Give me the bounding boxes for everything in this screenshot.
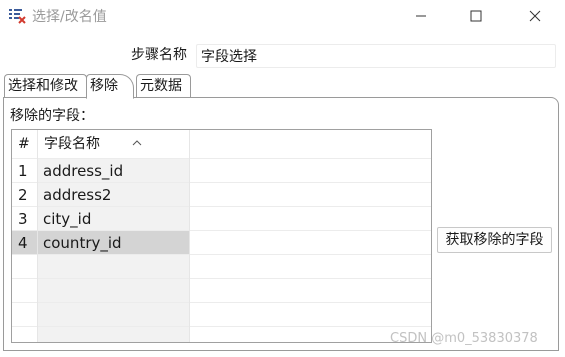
step-name-input[interactable] (196, 44, 556, 68)
table-row[interactable]: 2 address2 (12, 183, 431, 207)
row-number: 1 (18, 162, 28, 180)
tab-metadata[interactable]: 元数据 (136, 74, 191, 98)
field-name-cell[interactable]: address_id (37, 159, 189, 183)
tab-select-and-modify[interactable]: 选择和修改 (4, 74, 87, 98)
grid-line (37, 130, 38, 342)
maximize-button[interactable] (453, 0, 499, 32)
row-number: 4 (12, 231, 37, 255)
title-bar: 选择/改名值 (0, 0, 565, 34)
table-row[interactable]: 3 city_id (12, 207, 431, 231)
table-row[interactable]: 1 address_id (12, 159, 431, 183)
get-removed-fields-button[interactable]: 获取移除的字段 (437, 227, 552, 253)
app-icon (8, 8, 26, 24)
table-header: # 字段名称 (12, 130, 431, 159)
close-button[interactable] (512, 0, 558, 32)
grid-line (12, 206, 431, 207)
field-name-cell[interactable]: address2 (37, 183, 189, 207)
row-number: 3 (18, 210, 28, 228)
column-header-field-name[interactable]: 字段名称 (37, 130, 189, 159)
removed-fields-label: 移除的字段： (10, 108, 94, 124)
window-title: 选择/改名值 (32, 9, 107, 25)
field-name-cell[interactable]: city_id (37, 207, 189, 231)
grid-line (12, 302, 431, 303)
grid-line (12, 326, 431, 327)
column-header-number[interactable]: # (12, 130, 37, 159)
grid-line (189, 130, 190, 342)
removed-fields-table[interactable]: 1 address_id 2 address2 3 city_id 4 coun… (11, 129, 432, 343)
sort-ascending-icon (132, 130, 142, 158)
row-number: 2 (18, 186, 28, 204)
step-name-label: 步骤名称 (131, 47, 187, 63)
table-row-selected[interactable]: 4 country_id (12, 231, 431, 255)
field-name-cell[interactable]: country_id (37, 231, 189, 255)
tab-remove[interactable]: 移除 (86, 74, 134, 99)
minimize-button[interactable] (398, 0, 444, 32)
watermark: CSDN @m0_53830378 (390, 331, 538, 346)
grid-line (12, 182, 431, 183)
grid-line (12, 254, 431, 255)
column-header-field-name-label: 字段名称 (44, 136, 100, 152)
grid-line (12, 278, 431, 279)
grid-line (12, 230, 431, 231)
